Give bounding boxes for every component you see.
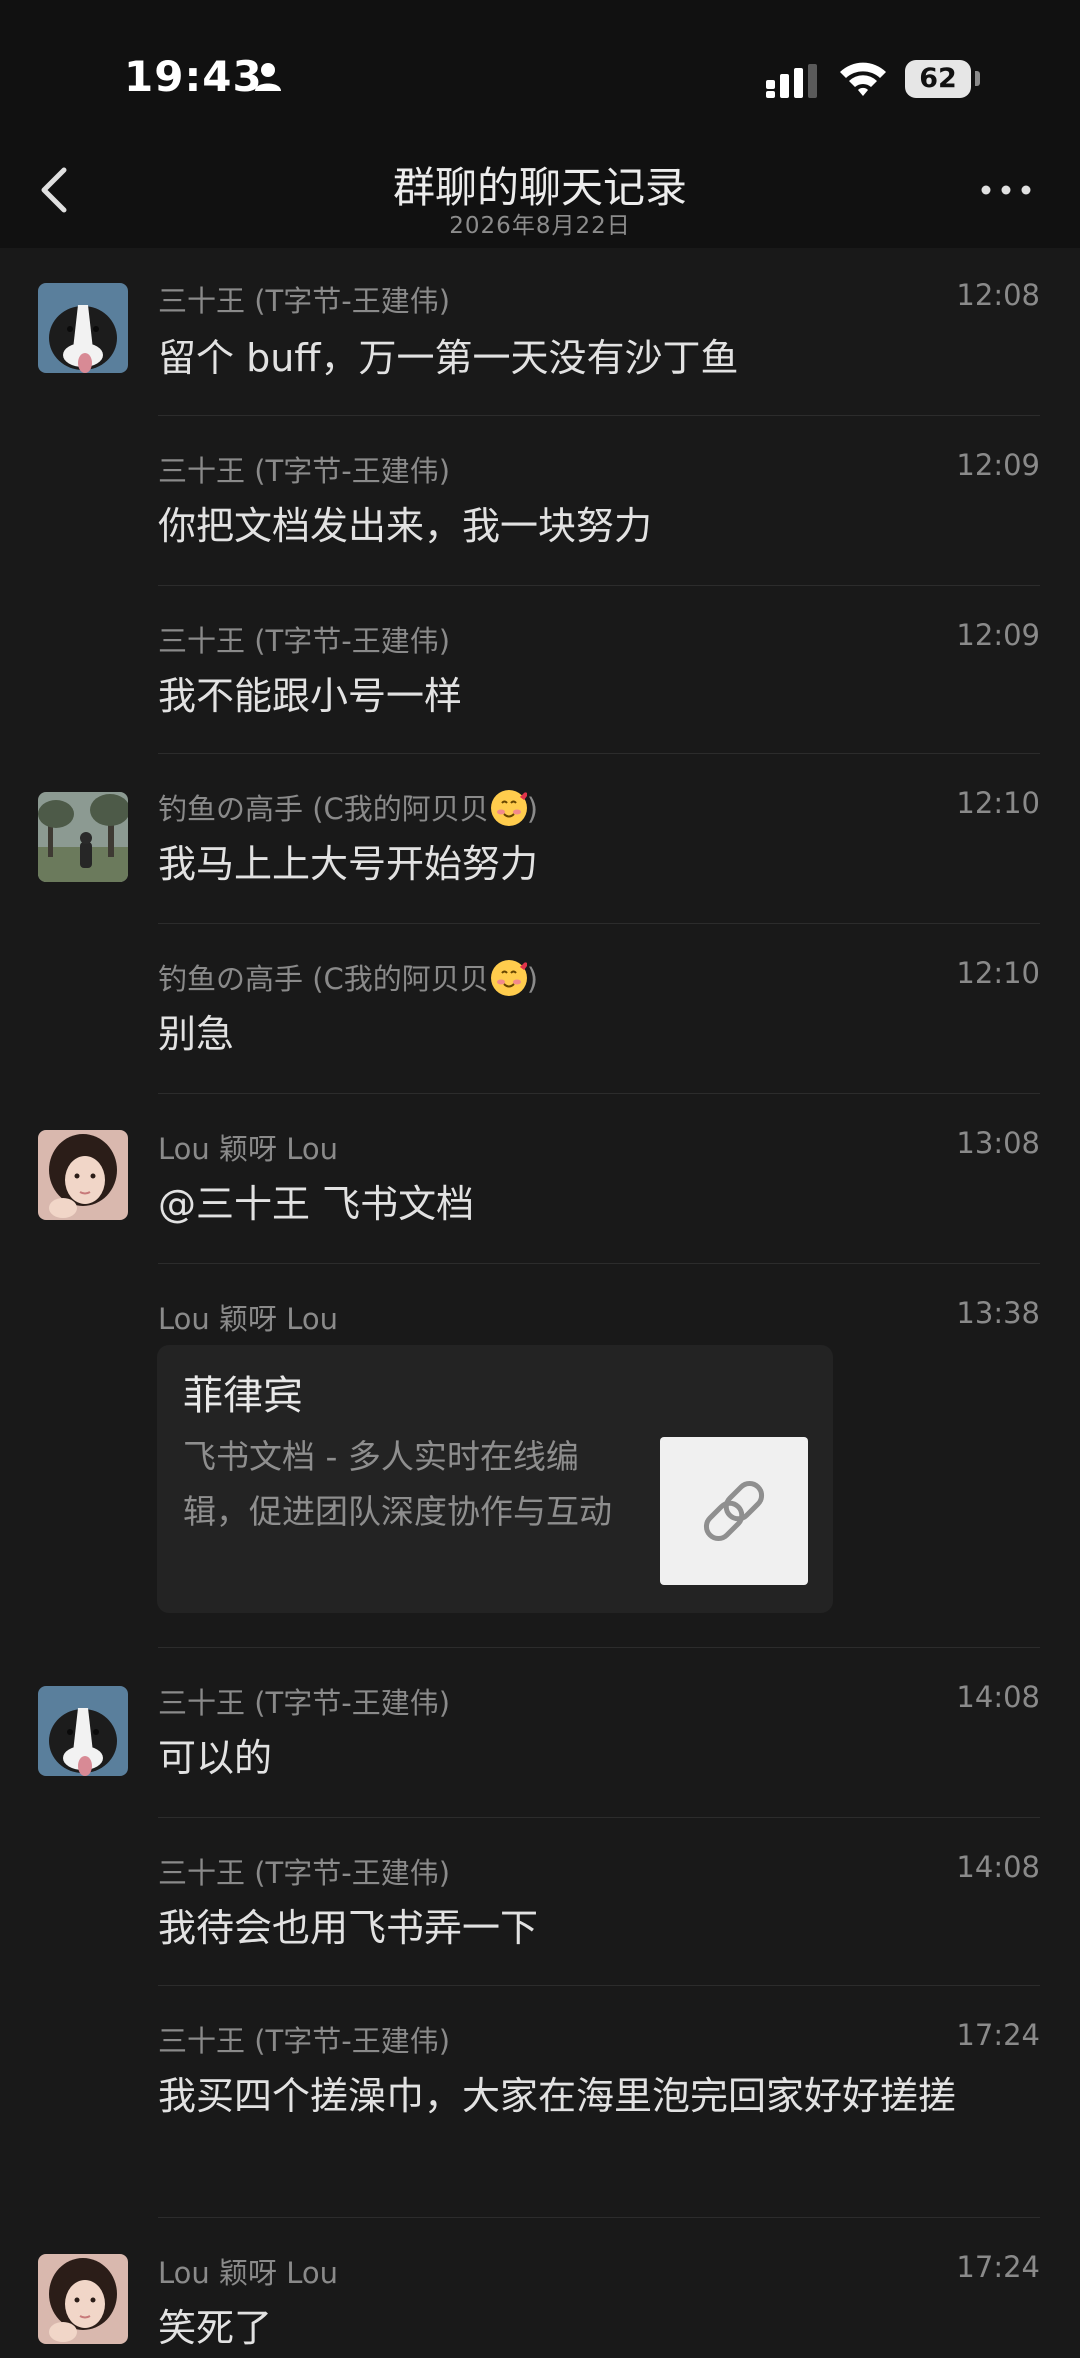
sender-name: 三十王 (T字节-王建伟) (158, 454, 451, 488)
sender-name: 三十王 (T字节-王建伟) (158, 624, 451, 658)
sender-name: Lou 颖呀 Lou (158, 1302, 338, 1336)
avatar-woman[interactable] (38, 1130, 128, 1220)
message-text: 可以的 (158, 1736, 273, 1780)
status-bar: 19:43 62 (0, 0, 1080, 140)
sender-name: 三十王 (T字节-王建伟) (158, 1686, 451, 1720)
nav-bar: 群聊的聊天记录 2026年8月22日 (0, 140, 1080, 248)
sender-name: 三十王 (T字节-王建伟) (158, 2024, 451, 2058)
avatar-woman[interactable] (38, 2254, 128, 2344)
message-text: 我买四个搓澡巾，大家在海里泡完回家好好搓搓 (158, 2074, 957, 2118)
message-time: 13:08 (956, 1126, 1040, 1160)
sender-name-text: 钓鱼の高手 (C我的阿贝贝 (158, 962, 489, 996)
message-text: 我不能跟小号一样 (158, 674, 463, 718)
chat-message[interactable]: 三十王 (T字节-王建伟) 12:09 我不能跟小号一样 (0, 586, 1080, 754)
chat-message[interactable]: 钓鱼の高手 (C我的阿贝贝) 12:10 我马上上大号开始努力 (0, 754, 1080, 924)
chat-message[interactable]: 三十王 (T字节-王建伟) 12:08 留个 buff，万一第一天没有沙丁鱼 (0, 248, 1080, 416)
message-time: 14:08 (956, 1850, 1040, 1884)
more-options-button[interactable] (976, 170, 1036, 210)
sender-name: 钓鱼の高手 (C我的阿贝贝) (158, 956, 538, 998)
battery-level: 62 (919, 63, 957, 94)
chat-message[interactable]: 三十王 (T字节-王建伟) 12:09 你把文档发出来，我一块努力 (0, 416, 1080, 586)
message-time: 12:10 (956, 786, 1040, 820)
wifi-icon (840, 62, 886, 96)
sender-name: Lou 颖呀 Lou (158, 1132, 338, 1166)
smiling-hearts-emoji-icon (490, 960, 527, 996)
battery-tip (975, 71, 980, 86)
avatar-dog[interactable] (38, 1686, 128, 1776)
sender-name-suffix: ) (526, 792, 539, 826)
chat-message[interactable]: Lou 颖呀 Lou 13:08 @三十王 飞书文档 (0, 1094, 1080, 1264)
chat-message[interactable]: 三十王 (T字节-王建伟) 17:24 我买四个搓澡巾，大家在海里泡完回家好好搓… (0, 1986, 1080, 2218)
chat-message[interactable]: Lou 颖呀 Lou 17:24 笑死了 (0, 2218, 1080, 2350)
sender-name: 钓鱼の高手 (C我的阿贝贝) (158, 786, 538, 828)
message-time: 14:08 (956, 1680, 1040, 1714)
message-text: 你把文档发出来，我一块努力 (158, 504, 653, 548)
message-time: 12:08 (956, 278, 1040, 312)
message-time: 12:09 (956, 618, 1040, 652)
message-time: 17:24 (956, 2018, 1040, 2052)
sender-name-suffix: ) (526, 962, 539, 996)
message-text: 笑死了 (158, 2306, 273, 2350)
message-time: 13:38 (956, 1296, 1040, 1330)
link-card-thumbnail (660, 1437, 808, 1585)
smiling-hearts-emoji-icon (490, 790, 527, 826)
signal-icon (766, 64, 817, 98)
link-card[interactable]: 菲律宾 飞书文档 - 多人实时在线编辑，促进团队深度协作与互动 (157, 1345, 833, 1613)
chat-message[interactable]: 三十王 (T字节-王建伟) 14:08 我待会也用飞书弄一下 (0, 1818, 1080, 1986)
message-text: 留个 buff，万一第一天没有沙丁鱼 (158, 336, 739, 380)
chat-message[interactable]: 钓鱼の高手 (C我的阿贝贝) 12:10 别急 (0, 924, 1080, 1094)
sender-name: Lou 颖呀 Lou (158, 2256, 338, 2290)
message-time: 17:24 (956, 2250, 1040, 2284)
status-time: 19:43 (124, 52, 263, 101)
avatar-outdoor[interactable] (38, 792, 128, 882)
chat-message[interactable]: 三十王 (T字节-王建伟) 14:08 可以的 (0, 1648, 1080, 1818)
sender-name-text: 钓鱼の高手 (C我的阿贝贝 (158, 792, 489, 826)
message-time: 12:10 (956, 956, 1040, 990)
page-subtitle: 2026年8月22日 (449, 213, 631, 239)
sender-name: 三十王 (T字节-王建伟) (158, 1856, 451, 1890)
avatar-dog[interactable] (38, 283, 128, 373)
person-icon (255, 63, 281, 91)
link-icon (703, 1480, 765, 1542)
message-text: 别急 (158, 1012, 235, 1056)
message-text: 我马上上大号开始努力 (158, 842, 539, 886)
message-text: 我待会也用飞书弄一下 (158, 1906, 539, 1950)
message-text: @三十王 飞书文档 (158, 1182, 475, 1226)
link-card-description: 飞书文档 - 多人实时在线编辑，促进团队深度协作与互动 (183, 1437, 612, 1531)
link-card-title: 菲律宾 (183, 1373, 303, 1419)
message-time: 12:09 (956, 448, 1040, 482)
sender-name: 三十王 (T字节-王建伟) (158, 284, 451, 318)
battery-indicator: 62 (905, 60, 971, 98)
